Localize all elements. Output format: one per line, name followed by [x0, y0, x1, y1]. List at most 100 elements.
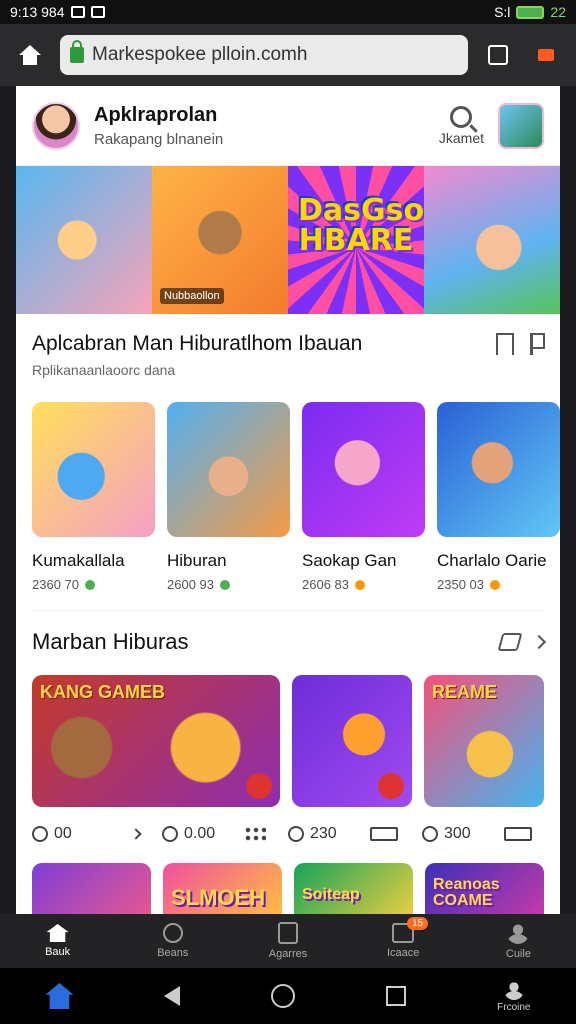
big-card-row: KANG GAMEB REAME — [16, 675, 560, 807]
search-button[interactable]: Jkamet — [438, 105, 484, 146]
section-title: Aplcabran Man Hiburatlhom Ibauan — [32, 332, 363, 355]
menu-button[interactable] — [528, 37, 564, 73]
banner-panel — [16, 166, 152, 314]
back-icon[interactable] — [164, 986, 181, 1006]
url-text: Markespokee plloin.comh — [92, 44, 308, 65]
heart-icon[interactable] — [377, 773, 404, 799]
search-label: Jkamet — [438, 129, 484, 146]
nav-item-search[interactable]: Beans — [115, 914, 230, 968]
game-card-row: Kumakallala 2360 70 Hiburan 2600 93 Saok… — [16, 402, 560, 592]
system-profile-button[interactable]: Frcoine — [497, 979, 531, 1013]
featured-section: Aplcabran Man Hiburatlhom Ibauan Rplikan… — [16, 314, 560, 378]
game-card[interactable]: Charlalo Oarie 2350 03 — [437, 402, 560, 592]
home-button[interactable] — [12, 37, 48, 73]
game-card[interactable]: Soiteap — [294, 863, 413, 914]
hero-banner[interactable]: Nubbaollon DasGso HBARE — [16, 166, 560, 314]
home-circle-icon[interactable] — [271, 984, 296, 1008]
status-dot-icon — [490, 579, 500, 590]
game-card[interactable]: REAME — [423, 675, 544, 807]
search-icon — [162, 923, 183, 943]
stats-row: 00 0.00 230 300 — [16, 825, 560, 843]
game-card[interactable] — [32, 863, 151, 914]
game-name: Saokap Gan — [302, 551, 397, 570]
home-icon — [45, 983, 74, 1009]
game-thumbnail — [167, 402, 290, 537]
url-bar[interactable]: Markespokee plloin.comh — [60, 35, 468, 75]
game-card-label: Reanoas COAME — [433, 876, 500, 909]
image-icon — [90, 6, 105, 18]
banner-panel — [424, 166, 560, 314]
banner-caption: Nubbaollon — [160, 288, 224, 304]
status-dot-icon — [355, 579, 365, 590]
tabs-button[interactable] — [480, 37, 516, 73]
app-subtitle: Rakapang blnanein — [94, 130, 224, 148]
gift-icon[interactable] — [288, 826, 304, 842]
section-subtitle: Rplikanaanlaoorc dana — [32, 362, 176, 378]
bottom-card-row: SLMOEH Soiteap Reanoas COAME — [16, 863, 560, 914]
game-card[interactable]: Reanoas COAME — [425, 863, 544, 914]
status-time: 9:13 984 — [10, 4, 65, 20]
game-thumbnail — [32, 402, 155, 537]
nav-label: Bauk — [45, 946, 71, 958]
profile-thumbnail[interactable] — [498, 102, 544, 149]
coin-icon[interactable] — [422, 826, 438, 842]
game-meta: 2360 70 — [32, 577, 79, 592]
grid-icon[interactable] — [244, 826, 266, 842]
game-card[interactable]: Hiburan 2600 93 — [167, 402, 290, 592]
person-icon — [507, 922, 530, 944]
game-card[interactable]: Kumakallala 2360 70 — [32, 402, 155, 592]
banner-logo: DasGso HBARE — [298, 193, 424, 258]
system-home-button[interactable] — [45, 983, 74, 1009]
game-card-label: REAME — [431, 682, 497, 702]
nav-item-inbox[interactable]: 15 Icaace — [346, 914, 461, 968]
notification-badge-icon — [538, 49, 554, 61]
nav-label: Cuile — [505, 948, 531, 960]
game-name: Charlalo Oarie — [437, 551, 547, 570]
status-bar: 9:13 984 S:l 22 — [0, 0, 576, 24]
game-card[interactable]: KANG GAMEB — [32, 675, 280, 807]
bookmark-icon[interactable] — [496, 333, 514, 355]
nav-label: Beans — [157, 947, 189, 959]
app-bottom-nav: Bauk Beans Agarres 15 Icaace Cuile — [0, 914, 576, 968]
person-icon — [503, 979, 524, 1000]
tabs-icon — [488, 45, 508, 65]
nav-badge: 15 — [407, 917, 429, 930]
flag-icon[interactable] — [530, 333, 545, 355]
notification-icon — [70, 6, 85, 18]
nav-item-apps[interactable]: Agarres — [230, 914, 345, 968]
inbox-icon: 15 — [392, 917, 429, 943]
game-card[interactable]: Saokap Gan 2606 83 — [302, 402, 425, 592]
avatar[interactable] — [32, 101, 80, 150]
status-dot-icon — [220, 579, 230, 590]
like-icon[interactable] — [32, 826, 48, 842]
banner-panel: Nubbaollon — [152, 166, 288, 314]
game-meta: 2606 83 — [302, 577, 349, 592]
game-card[interactable]: SLMOEH — [163, 863, 282, 914]
stat-value: 0.00 — [184, 825, 216, 842]
share-icon[interactable] — [497, 633, 523, 651]
section-title: Marban Hiburas — [32, 629, 189, 654]
ticket-icon[interactable] — [504, 827, 532, 841]
chevron-right-icon[interactable] — [130, 828, 142, 840]
recents-icon[interactable] — [386, 986, 407, 1006]
game-card[interactable] — [291, 675, 412, 807]
lock-icon — [70, 40, 84, 63]
comment-icon[interactable] — [162, 826, 178, 842]
nav-label: Agarres — [268, 948, 308, 960]
system-profile-label: Frcoine — [497, 1001, 531, 1013]
stat-value: 300 — [444, 825, 471, 842]
home-icon — [19, 45, 41, 65]
game-card-label: Soiteap — [302, 886, 360, 903]
nav-item-home[interactable]: Bauk — [0, 914, 115, 968]
game-name: Kumakallala — [32, 551, 125, 570]
ticket-icon[interactable] — [370, 827, 398, 841]
signal-text: S:l — [494, 4, 511, 20]
game-meta: 2600 93 — [167, 577, 214, 592]
app-header: Apklraprolan Rakapang blnanein Jkamet — [16, 86, 560, 166]
chevron-right-icon[interactable] — [531, 634, 547, 650]
heart-icon[interactable] — [245, 773, 272, 799]
nav-item-profile[interactable]: Cuile — [461, 914, 576, 968]
game-meta: 2350 03 — [437, 577, 484, 592]
home-icon — [46, 924, 69, 942]
clipboard-icon — [278, 922, 298, 944]
